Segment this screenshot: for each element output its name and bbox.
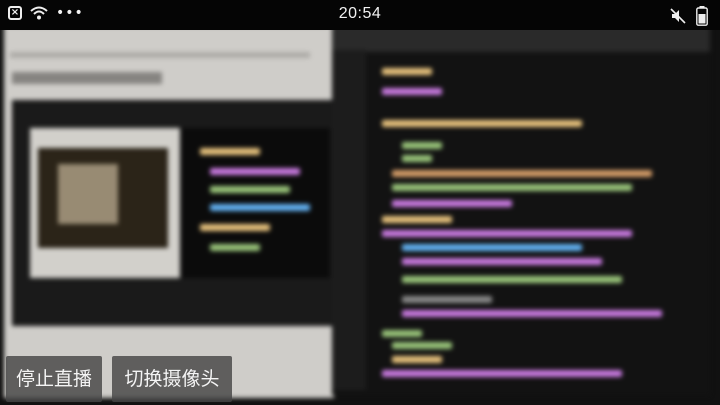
- battery-icon: [696, 6, 708, 26]
- switch-camera-button[interactable]: 切换摄像头: [112, 356, 232, 402]
- code-line: [200, 224, 270, 231]
- code-line: [382, 68, 432, 75]
- code-line: [200, 148, 260, 155]
- nested-code-blur: [180, 128, 330, 278]
- code-line: [382, 120, 582, 127]
- code-line: [382, 330, 422, 337]
- page-heading-blur: [12, 72, 162, 84]
- code-line: [210, 186, 290, 193]
- code-line: [402, 155, 432, 162]
- stop-live-button[interactable]: 停止直播: [6, 356, 102, 402]
- code-line: [392, 342, 452, 349]
- ide-toolbar-blur: [332, 30, 710, 52]
- preview-scene: [0, 30, 720, 405]
- code-line: [402, 296, 492, 303]
- code-line: [392, 170, 652, 177]
- left-monitor: [4, 30, 334, 398]
- status-time: 20:54: [338, 5, 382, 22]
- code-line: [210, 244, 260, 251]
- mute-icon: [670, 8, 686, 24]
- code-line: [402, 258, 602, 265]
- code-line: [382, 88, 442, 95]
- code-line: [402, 142, 442, 149]
- code-line: [402, 310, 662, 317]
- code-line: [402, 276, 622, 283]
- nested-photo-blur: [38, 148, 168, 248]
- status-bar: × ••• 20:54: [0, 0, 720, 30]
- code-line: [382, 216, 452, 223]
- code-line: [392, 356, 442, 363]
- video-player-blur: [12, 100, 334, 326]
- nested-photo-highlight: [58, 164, 118, 224]
- code-line: [382, 370, 622, 377]
- camera-preview: [0, 30, 720, 405]
- code-line: [392, 184, 632, 191]
- browser-toolbar-blur: [10, 52, 310, 58]
- nested-preview-blur: [30, 128, 330, 278]
- code-line: [210, 204, 310, 211]
- right-monitor: [332, 30, 710, 395]
- status-right-icons: [670, 6, 708, 26]
- code-line: [392, 200, 512, 207]
- code-line: [382, 230, 632, 237]
- ide-gutter-blur: [332, 50, 366, 390]
- code-line: [402, 244, 582, 251]
- code-line: [210, 168, 300, 175]
